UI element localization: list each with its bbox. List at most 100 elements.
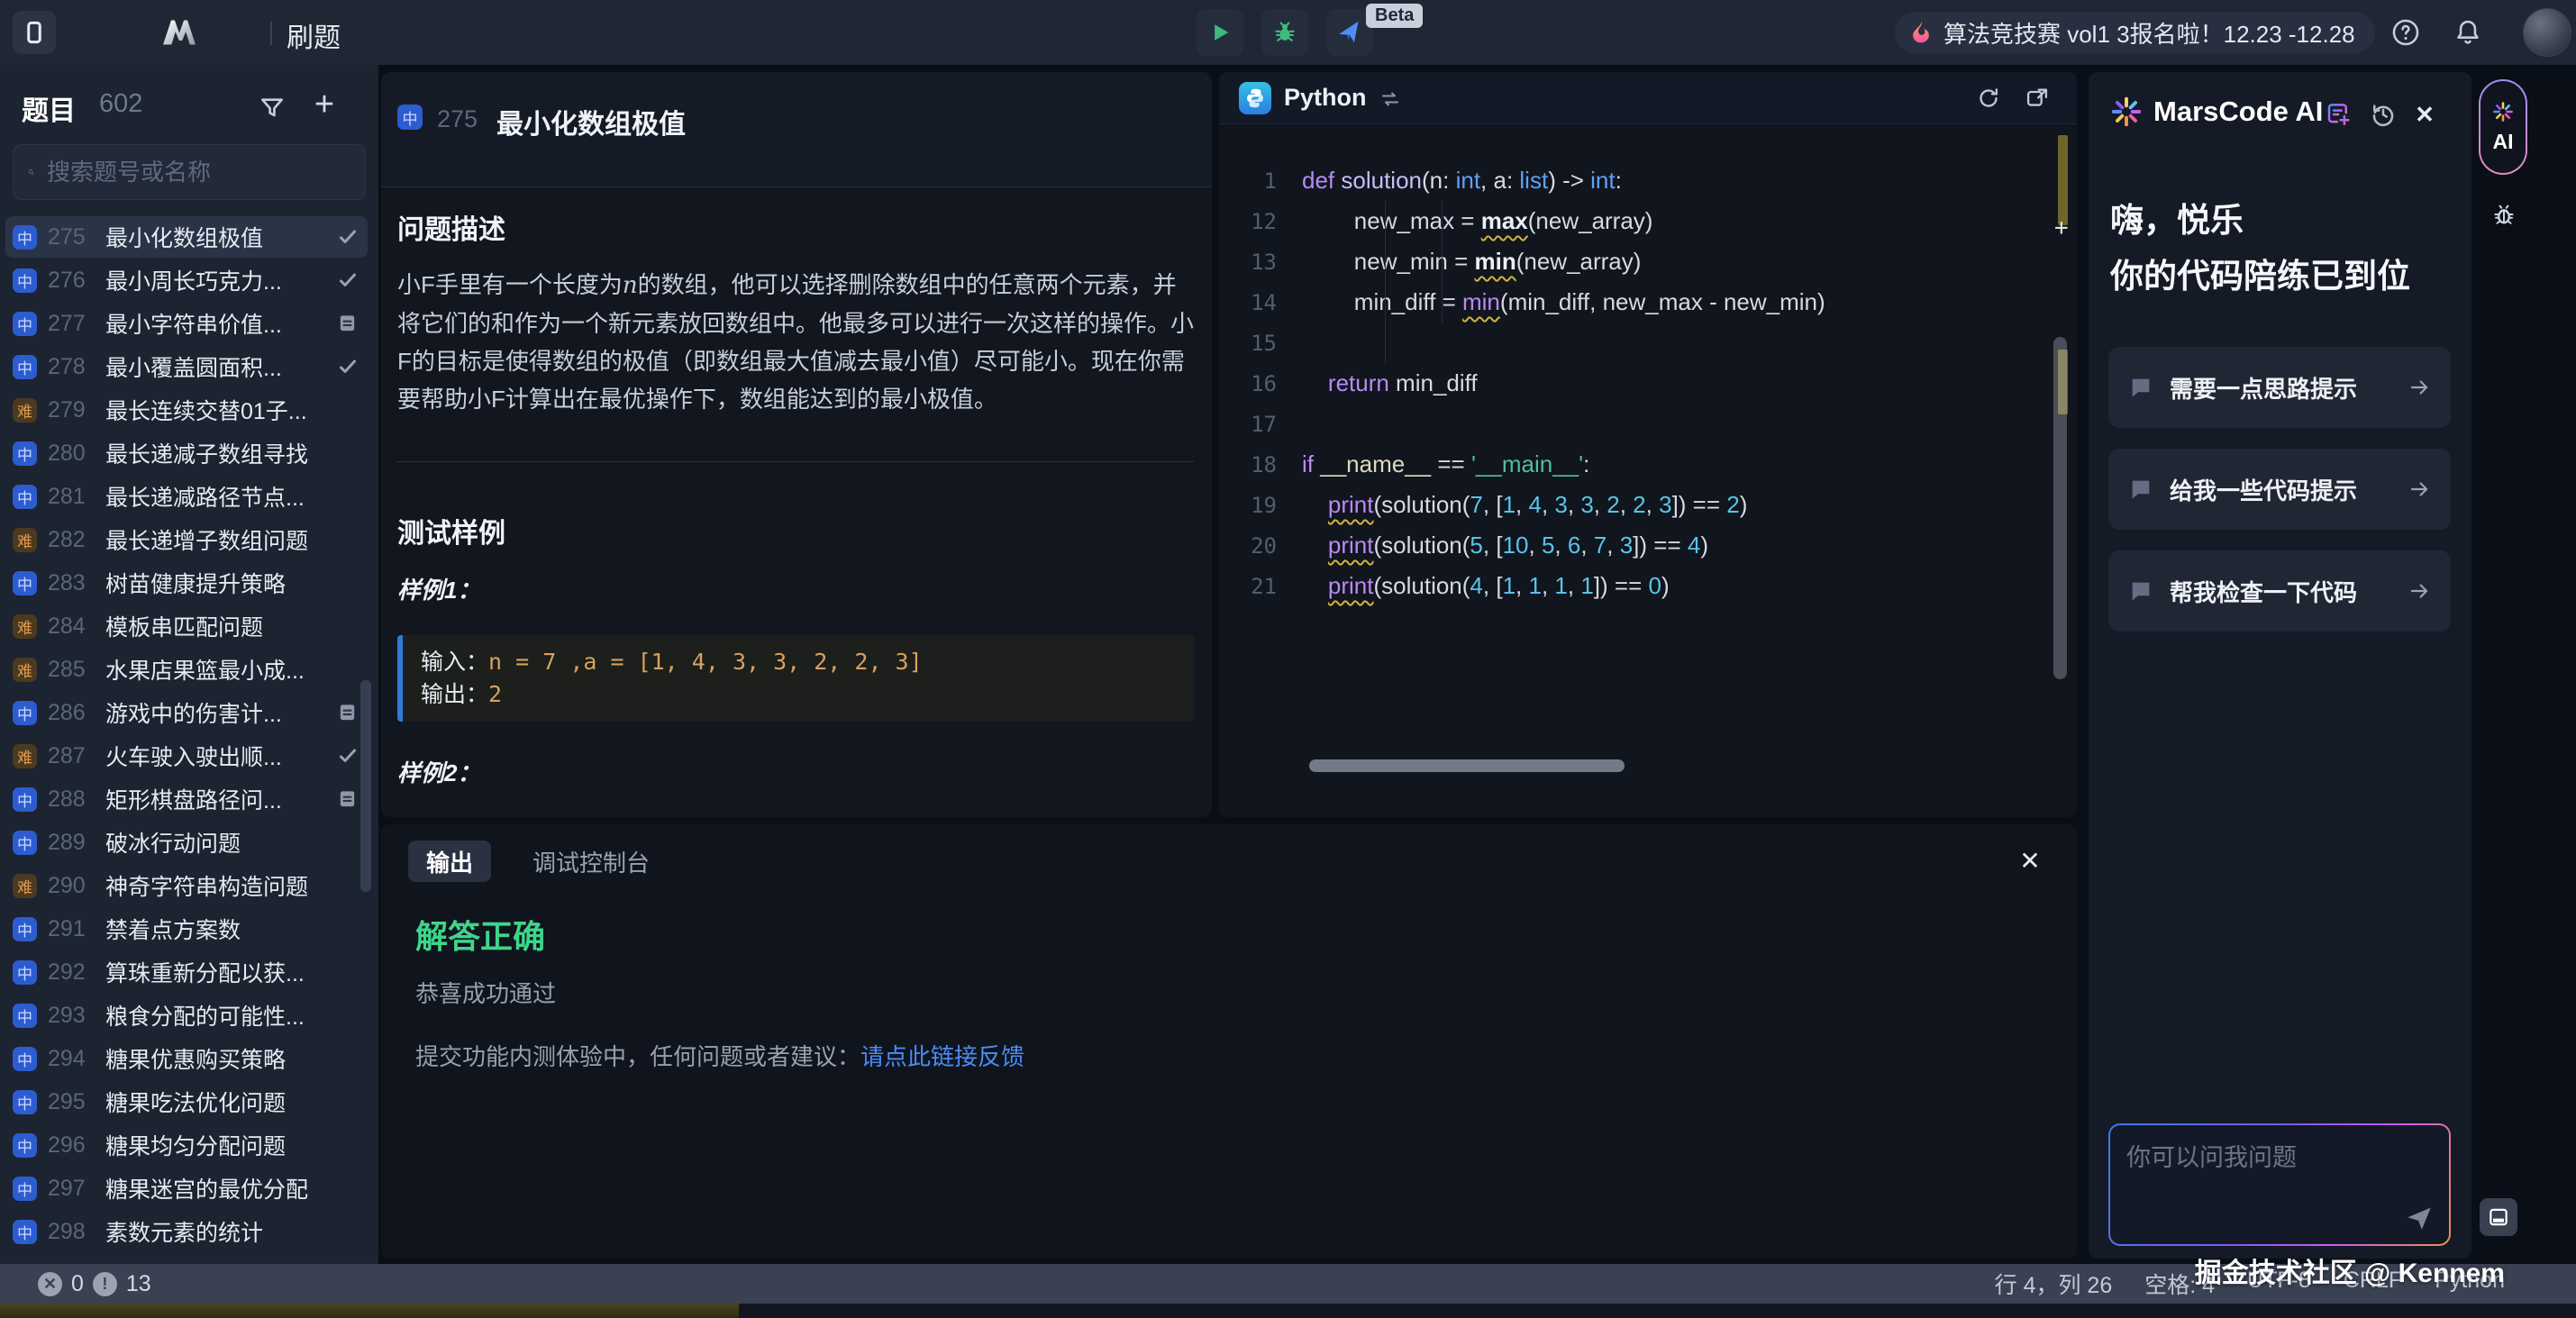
problem-list-item[interactable]: 中291禁着点方案数 (5, 908, 368, 950)
code-line[interactable]: 16 return min_diff (1219, 363, 2051, 404)
ai-suggestion-card[interactable]: 给我一些代码提示 (2108, 449, 2451, 530)
code-line[interactable]: 1def solution(n: int, a: list) -> int: (1219, 160, 2051, 201)
send-icon[interactable] (2404, 1203, 2435, 1233)
search-box[interactable] (13, 144, 366, 200)
vertical-scrollbar[interactable] (2053, 337, 2067, 679)
ai-chat-input-inner[interactable]: 你可以问我问题 (2110, 1125, 2449, 1244)
ai-rail-button[interactable]: AI (2479, 79, 2527, 175)
debug-button[interactable] (1261, 9, 1308, 56)
problem-number: 293 (48, 1003, 100, 1029)
difficulty-badge: 难 (13, 874, 37, 898)
code-line[interactable]: 14 min_diff = min(min_diff, new_max - ne… (1219, 282, 2051, 323)
bottom-strip-left (0, 1304, 739, 1318)
code-line[interactable]: 19 print(solution(7, [1, 4, 3, 3, 2, 2, … (1219, 485, 2051, 525)
no-icon (337, 1177, 359, 1199)
line-number: 15 (1219, 331, 1302, 356)
bottom-strip-right (739, 1304, 2576, 1318)
problem-list-item[interactable]: 中286游戏中的伤害计... (5, 692, 368, 733)
code-line[interactable]: 15 (1219, 323, 2051, 363)
problem-list-item[interactable]: 难287火车驶入驶出顺... (5, 735, 368, 777)
problem-list-item[interactable]: 中292算珠重新分配以获... (5, 951, 368, 993)
problem-list-item[interactable]: 中293粮食分配的可能性... (5, 995, 368, 1036)
problem-list-item[interactable]: 中295糖果吃法优化问题 (5, 1081, 368, 1123)
marscode-ai-logo-icon (2110, 95, 2143, 128)
ai-chat-input[interactable]: 你可以问我问题 (2108, 1123, 2451, 1246)
contest-banner[interactable]: 算法竞技赛 vol1 3报名啦！12.23 -12.28 (1895, 12, 2375, 53)
problem-title: 游戏中的伤害计... (105, 696, 332, 729)
problem-list-item[interactable]: 难279最长连续交替01子... (5, 389, 368, 431)
code-line[interactable]: 12 new_max = max(new_array) (1219, 201, 2051, 241)
code-line[interactable]: 17 (1219, 404, 2051, 444)
add-problem-button[interactable]: + (306, 86, 342, 123)
problem-number: 287 (48, 743, 100, 769)
top-bar: 刷题 Beta 算法竞技赛 vol1 3报名啦！12.23 -12.28 (0, 0, 2576, 65)
code-line[interactable]: 13 new_min = min(new_array) (1219, 241, 2051, 282)
difficulty-badge: 中 (13, 225, 37, 250)
problem-list-item[interactable]: 中289破冰行动问题 (5, 822, 368, 863)
code-editor-area[interactable]: 1def solution(n: int, a: list) -> int:12… (1219, 124, 2051, 791)
close-ai-panel-icon[interactable]: ✕ (2411, 101, 2438, 128)
ai-suggestion-card[interactable]: 帮我检查一下代码 (2108, 550, 2451, 632)
sample-output-value: 2 (488, 681, 502, 707)
problem-title: 最长递减子数组寻找 (105, 437, 332, 469)
chat-history-icon[interactable] (2370, 101, 2397, 128)
problem-list-item[interactable]: 中281最长递减路径节点... (5, 476, 368, 517)
problem-list-item[interactable]: 中296糖果均匀分配问题 (5, 1124, 368, 1166)
problem-list-item[interactable]: 中276最小周长巧克力... (5, 259, 368, 301)
difficulty-badge: 中 (13, 355, 37, 379)
problem-list-item[interactable]: 中275最小化数组极值 (5, 216, 368, 258)
problem-list-item[interactable]: 难290神奇字符串构造问题 (5, 865, 368, 906)
difficulty-badge: 中 (13, 787, 37, 812)
close-output-icon[interactable]: ✕ (2014, 844, 2046, 877)
horizontal-scrollbar[interactable] (1309, 759, 1625, 772)
chat-bubble-icon (2128, 477, 2153, 502)
sidebar-scrollbar[interactable] (360, 680, 371, 892)
problem-list-item[interactable]: 难284模板串匹配问题 (5, 605, 368, 647)
debug-rail-icon[interactable] (2490, 200, 2517, 229)
tab-output[interactable]: 输出 (408, 841, 491, 882)
problem-list-item[interactable]: 难285水果店果篮最小成... (5, 649, 368, 690)
run-button[interactable] (1197, 9, 1243, 56)
new-chat-icon[interactable] (2325, 101, 2352, 128)
problem-number: 284 (48, 614, 100, 640)
code-line[interactable]: 18if __name__ == '__main__': (1219, 444, 2051, 485)
problem-list-item[interactable]: 中288矩形棋盘路径问... (5, 778, 368, 820)
ai-suggestion-card[interactable]: 需要一点思路提示 (2108, 347, 2451, 428)
tab-debug-console[interactable]: 调试控制台 (514, 841, 668, 882)
problem-list-item[interactable]: 中294糖果优惠购买策略 (5, 1038, 368, 1079)
filter-icon[interactable] (258, 94, 287, 123)
feedback-link[interactable]: 请点此链接反馈 (860, 1043, 1024, 1070)
open-console-icon[interactable] (2025, 86, 2050, 111)
code-text: return min_diff (1302, 369, 1478, 397)
status-item[interactable]: 行 4，列 26 (1995, 1268, 2113, 1300)
help-button[interactable] (2390, 17, 2421, 48)
problem-list-item[interactable]: 难282最长递增子数组问题 (5, 519, 368, 560)
notifications-button[interactable] (2453, 17, 2483, 48)
code-line[interactable]: 21 print(solution(4, [1, 1, 1, 1]) == 0) (1219, 566, 2051, 606)
solved-check-icon (337, 356, 359, 377)
difficulty-badge: 中 (13, 960, 37, 985)
problem-list-item[interactable]: 中298素数元素的统计 (5, 1211, 368, 1252)
ai-input-placeholder: 你可以问我问题 (2126, 1138, 2297, 1173)
difficulty-badge: 中 (13, 831, 37, 855)
problem-list-item[interactable]: 中278最小覆盖圆面积... (5, 346, 368, 387)
user-avatar[interactable] (2523, 8, 2571, 57)
sidebar-toggle-button[interactable] (13, 11, 56, 54)
problems-indicator[interactable]: ✕ 0 ! 13 (38, 1271, 151, 1297)
problem-list-item[interactable]: 中277最小字符串价值... (5, 303, 368, 344)
problem-number: 275 (48, 224, 100, 250)
problem-list-item[interactable]: 中297糖果迷宫的最优分配 (5, 1168, 368, 1209)
no-icon (337, 399, 359, 421)
feedback-line: 提交功能内测体验中，任何问题或者建议：请点此链接反馈 (415, 1039, 1024, 1072)
collapse-panel-button[interactable] (2480, 1198, 2517, 1236)
switch-language-icon[interactable] (1379, 88, 1401, 110)
search-input[interactable] (45, 158, 350, 187)
difficulty-badge: 中 (13, 917, 37, 941)
ai-suggestion-list: 需要一点思路提示给我一些代码提示帮我检查一下代码 (2108, 347, 2451, 632)
code-text: print(solution(4, [1, 1, 1, 1]) == 0) (1302, 572, 1670, 600)
problem-list-item[interactable]: 中283树苗健康提升策略 (5, 562, 368, 604)
code-editor-panel: Python 1def solution(n: int, a: list) ->… (1219, 72, 2077, 817)
problem-list-item[interactable]: 中280最长递减子数组寻找 (5, 432, 368, 474)
reset-code-icon[interactable] (1976, 86, 2001, 111)
code-line[interactable]: 20 print(solution(5, [10, 5, 6, 7, 3]) =… (1219, 525, 2051, 566)
